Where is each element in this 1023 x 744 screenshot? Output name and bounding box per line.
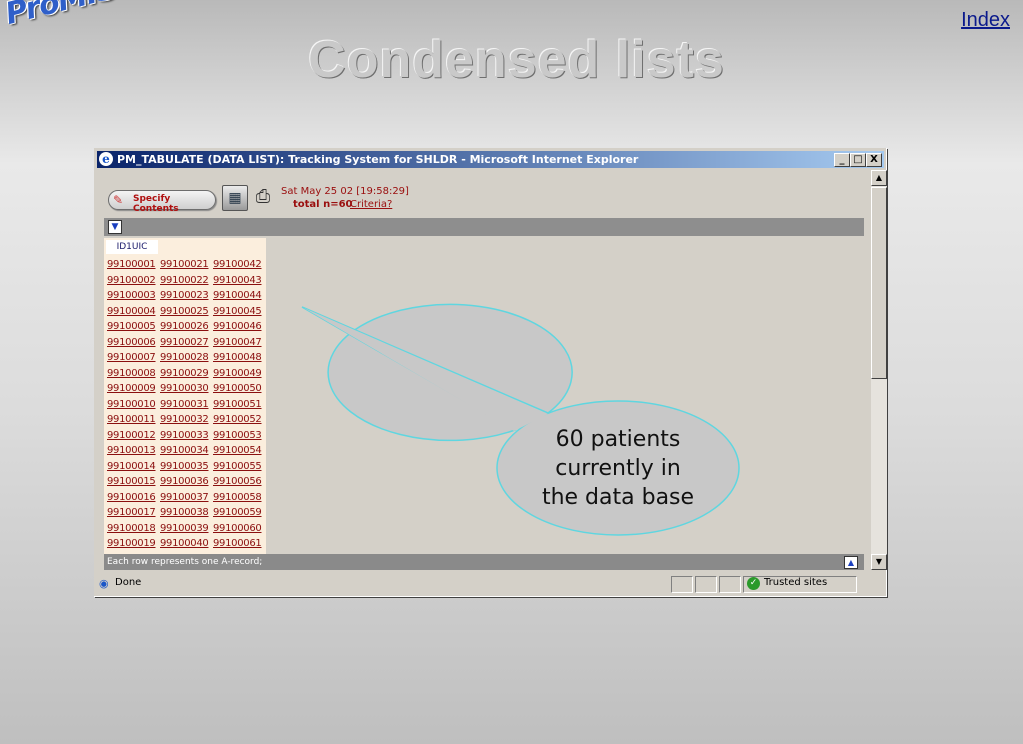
callout-line: 60 patients [555,427,681,452]
callout-line: currently in [555,456,681,481]
callout-line: the data base [541,485,695,510]
callout-text: 60 patients currently in the data base [520,425,716,512]
callout-shape [301,303,740,536]
